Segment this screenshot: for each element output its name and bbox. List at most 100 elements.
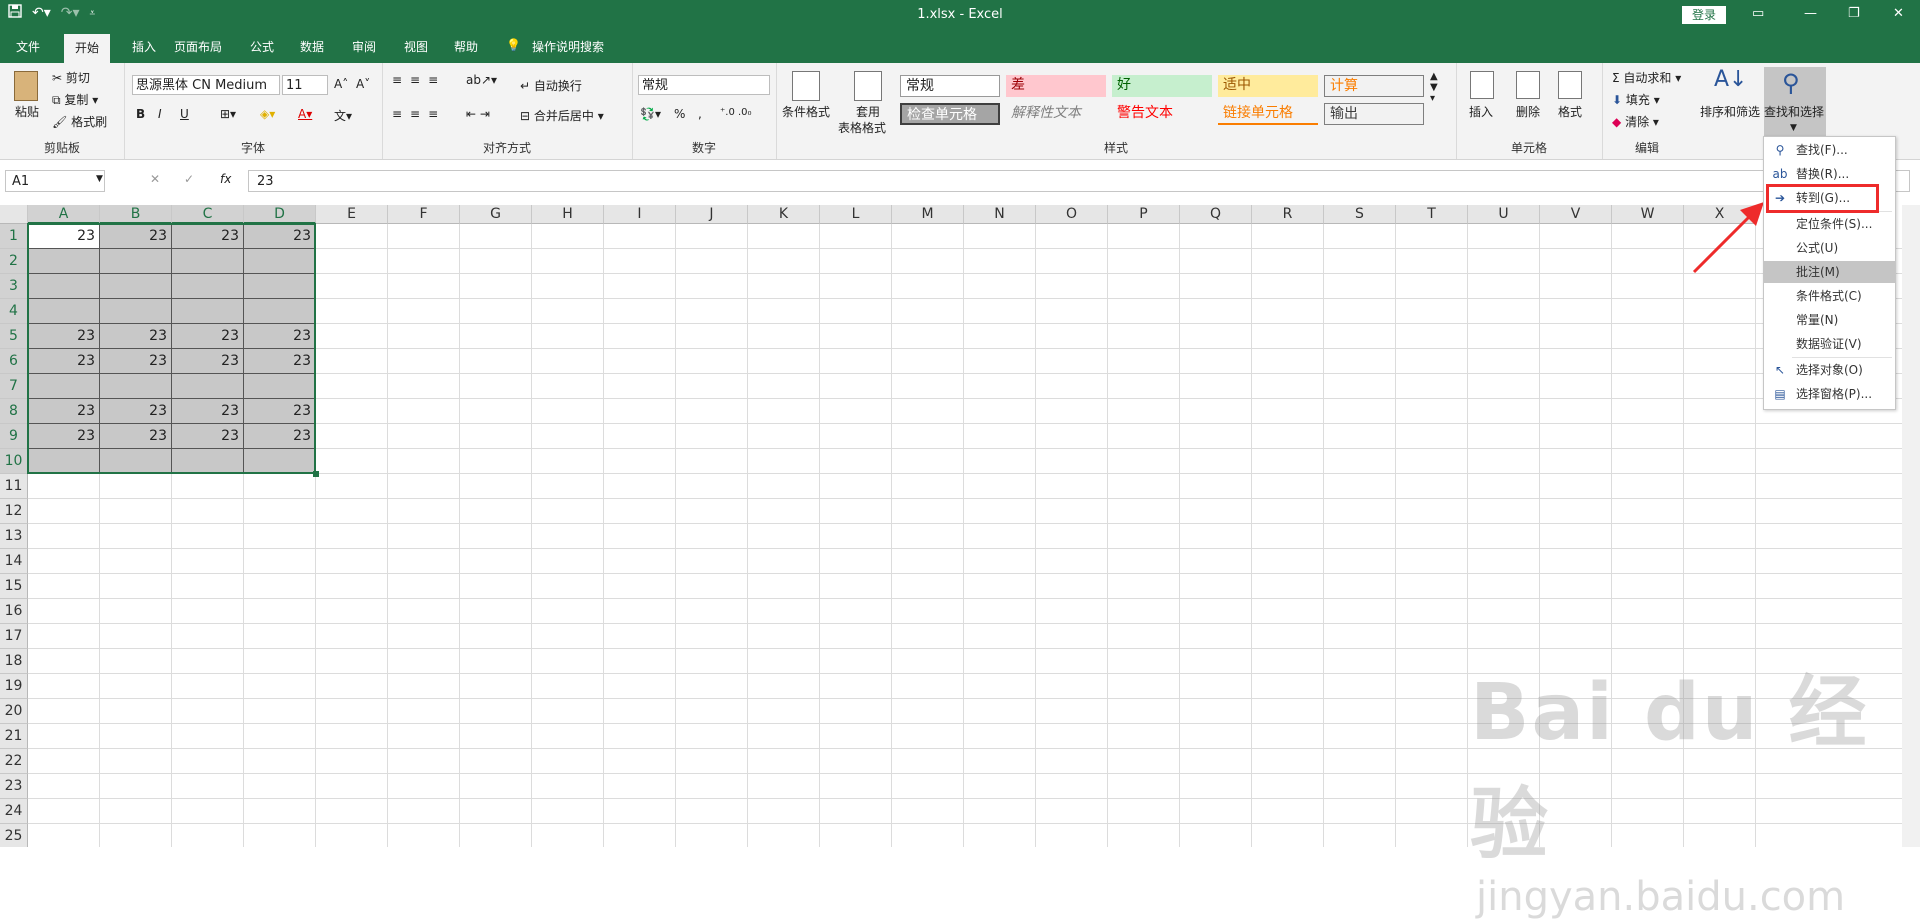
menu-item[interactable]: ▤ 选择窗格(P)... bbox=[1764, 383, 1895, 405]
menu-item[interactable]: ab 替换(R)... bbox=[1764, 163, 1895, 185]
tab-formulas[interactable]: 公式 bbox=[250, 36, 274, 57]
name-box[interactable]: A1 bbox=[5, 170, 105, 192]
column-header[interactable]: E bbox=[316, 205, 388, 224]
formula-input[interactable]: 23 bbox=[248, 170, 1910, 192]
fill-handle[interactable] bbox=[313, 471, 319, 477]
tab-help[interactable]: 帮助 bbox=[454, 36, 478, 57]
cancel-icon[interactable]: ✕ bbox=[150, 172, 160, 186]
menu-item[interactable]: 公式(U) bbox=[1764, 237, 1895, 259]
fill-color-icon[interactable]: ◈▾ bbox=[260, 107, 275, 121]
column-header[interactable]: D bbox=[244, 205, 316, 224]
row-header[interactable]: 12 bbox=[0, 499, 28, 524]
sort-filter-icon[interactable]: A↓ bbox=[1714, 67, 1747, 92]
italic-button[interactable]: I bbox=[158, 107, 162, 121]
row-header[interactable]: 20 bbox=[0, 699, 28, 724]
borders-icon[interactable]: ⊞▾ bbox=[220, 107, 236, 121]
tab-view[interactable]: 视图 bbox=[404, 36, 428, 57]
orientation-icon[interactable]: ab↗▾ bbox=[466, 73, 497, 87]
column-header[interactable]: O bbox=[1036, 205, 1108, 224]
copy-button[interactable]: ⧉ 复制 ▾ bbox=[52, 91, 98, 108]
cell-style-0[interactable]: 常规 bbox=[900, 75, 1000, 97]
conditional-format-icon[interactable] bbox=[792, 71, 820, 101]
cell-style-9[interactable]: 输出 bbox=[1324, 103, 1424, 125]
menu-item[interactable]: 条件格式(C) bbox=[1764, 285, 1895, 307]
row-header[interactable]: 13 bbox=[0, 524, 28, 549]
tab-home[interactable]: 开始 bbox=[64, 34, 110, 63]
sort-filter-button[interactable]: 排序和筛选 bbox=[1700, 103, 1760, 120]
cut-button[interactable]: ✂ 剪切 bbox=[52, 69, 90, 86]
row-header[interactable]: 2 bbox=[0, 249, 28, 274]
restore-icon[interactable]: ❐ bbox=[1848, 6, 1860, 21]
grow-font-icon[interactable]: A˄ bbox=[334, 77, 348, 91]
decimal-icons[interactable]: ⁺.0 .0₀ bbox=[720, 107, 752, 118]
close-icon[interactable]: ✕ bbox=[1893, 6, 1904, 21]
column-header[interactable]: K bbox=[748, 205, 820, 224]
horizontal-align-icons[interactable]: ≡≡≡ bbox=[392, 107, 446, 121]
column-header[interactable]: R bbox=[1252, 205, 1324, 224]
column-header[interactable]: A bbox=[28, 205, 100, 224]
row-header[interactable]: 3 bbox=[0, 274, 28, 299]
cell-style-2[interactable]: 好 bbox=[1112, 75, 1212, 97]
tab-file[interactable]: 文件 bbox=[16, 36, 40, 57]
column-header[interactable]: H bbox=[532, 205, 604, 224]
row-header[interactable]: 5 bbox=[0, 324, 28, 349]
column-header[interactable]: F bbox=[388, 205, 460, 224]
paste-icon[interactable] bbox=[14, 71, 38, 101]
format-painter-button[interactable]: 🖌 格式刷 bbox=[52, 113, 107, 130]
currency-icon[interactable]: 💱▾ bbox=[640, 107, 661, 121]
row-header[interactable]: 8 bbox=[0, 399, 28, 424]
percent-button[interactable]: % bbox=[674, 107, 685, 121]
column-header[interactable]: J bbox=[676, 205, 748, 224]
font-name-select[interactable]: 思源黑体 CN Medium bbox=[132, 75, 280, 95]
tab-page-layout[interactable]: 页面布局 bbox=[174, 36, 222, 57]
row-header[interactable]: 1 bbox=[0, 224, 28, 249]
font-color-icon[interactable]: A▾ bbox=[298, 107, 312, 121]
bold-button[interactable]: B bbox=[136, 107, 145, 121]
row-header[interactable]: 25 bbox=[0, 824, 28, 847]
delete-button[interactable]: 删除 bbox=[1516, 103, 1540, 120]
insert-cells-icon[interactable] bbox=[1470, 71, 1494, 99]
table-format-label-1[interactable]: 套用 bbox=[856, 103, 880, 120]
cell-style-8[interactable]: 链接单元格 bbox=[1218, 103, 1318, 125]
row-header[interactable]: 19 bbox=[0, 674, 28, 699]
gallery-scroll-icons[interactable]: ▲ ▼ ▾ bbox=[1430, 71, 1438, 104]
cell-style-1[interactable]: 差 bbox=[1006, 75, 1106, 97]
cell-style-3[interactable]: 适中 bbox=[1218, 75, 1318, 97]
table-format-label-2[interactable]: 表格格式 bbox=[838, 119, 886, 136]
row-header[interactable]: 24 bbox=[0, 799, 28, 824]
row-header[interactable]: 22 bbox=[0, 749, 28, 774]
column-header[interactable]: B bbox=[100, 205, 172, 224]
tab-review[interactable]: 审阅 bbox=[352, 36, 376, 57]
row-header[interactable]: 4 bbox=[0, 299, 28, 324]
column-header[interactable]: V bbox=[1540, 205, 1612, 224]
autosum-button[interactable]: Σ 自动求和 ▾ bbox=[1612, 69, 1681, 86]
row-header[interactable]: 6 bbox=[0, 349, 28, 374]
row-header[interactable]: 16 bbox=[0, 599, 28, 624]
column-header[interactable]: S bbox=[1324, 205, 1396, 224]
cell-style-5[interactable]: 检查单元格 bbox=[900, 103, 1000, 125]
menu-item[interactable]: ↖ 选择对象(O) bbox=[1764, 359, 1895, 381]
conditional-format-button[interactable]: 条件格式 bbox=[782, 103, 830, 120]
menu-item[interactable]: 批注(M) bbox=[1764, 261, 1895, 283]
ribbon-display-options-icon[interactable]: ▭ bbox=[1752, 6, 1764, 21]
row-header[interactable]: 10 bbox=[0, 449, 28, 474]
column-header[interactable]: G bbox=[460, 205, 532, 224]
format-cells-icon[interactable] bbox=[1558, 71, 1582, 99]
tab-data[interactable]: 数据 bbox=[300, 36, 324, 57]
table-format-icon[interactable] bbox=[854, 71, 882, 101]
menu-item[interactable]: 数据验证(V) bbox=[1764, 333, 1895, 355]
row-header[interactable]: 17 bbox=[0, 624, 28, 649]
cell-style-6[interactable]: 解释性文本 bbox=[1006, 103, 1106, 125]
column-header[interactable]: Q bbox=[1180, 205, 1252, 224]
tab-insert[interactable]: 插入 bbox=[132, 36, 156, 57]
shrink-font-icon[interactable]: A˅ bbox=[356, 77, 370, 91]
cell-style-4[interactable]: 计算 bbox=[1324, 75, 1424, 97]
row-header[interactable]: 14 bbox=[0, 549, 28, 574]
paste-button[interactable]: 粘贴 bbox=[15, 103, 39, 120]
delete-cells-icon[interactable] bbox=[1516, 71, 1540, 99]
login-button[interactable]: 登录 bbox=[1682, 6, 1726, 24]
font-size-select[interactable]: 11 bbox=[282, 75, 328, 95]
menu-item[interactable]: 常量(N) bbox=[1764, 309, 1895, 331]
tell-me-search[interactable]: 操作说明搜索 bbox=[532, 36, 604, 57]
row-header[interactable]: 9 bbox=[0, 424, 28, 449]
